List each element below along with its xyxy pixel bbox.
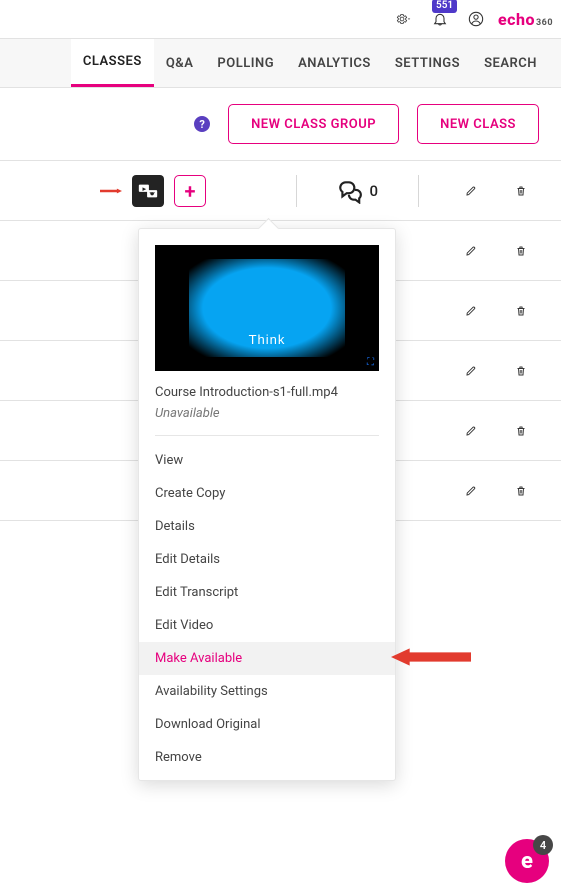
media-icon (137, 180, 159, 202)
account-button[interactable] (462, 5, 490, 33)
trash-icon (515, 360, 527, 382)
menu-create-copy[interactable]: Create Copy (139, 477, 395, 510)
menu-view[interactable]: View (139, 444, 395, 477)
fullscreen-icon: ⛶ (367, 357, 374, 368)
media-filename: Course Introduction-s1-full.mp4 (139, 385, 395, 406)
edit-button[interactable] (459, 419, 483, 443)
add-media-button[interactable]: + (174, 175, 206, 207)
notification-badge: 551 (432, 0, 457, 13)
edit-button[interactable] (459, 179, 483, 203)
thumbnail-caption: Think (155, 332, 379, 347)
menu-download-original[interactable]: Download Original (139, 708, 395, 741)
separator (296, 175, 297, 207)
pencil-icon (465, 300, 477, 322)
help-fab[interactable]: e 4 (505, 839, 549, 883)
caret-down-icon (406, 14, 412, 24)
divider (155, 435, 379, 436)
discussion-count: 0 (369, 182, 378, 200)
tab-qa[interactable]: Q&A (154, 39, 206, 87)
logo-suffix: 360 (536, 18, 553, 28)
user-circle-icon (468, 9, 484, 29)
menu-make-available[interactable]: Make Available (139, 642, 395, 675)
brand-logo: echo 360 (498, 10, 553, 29)
help-icon[interactable]: ? (194, 116, 210, 132)
delete-button[interactable] (509, 479, 533, 503)
new-class-group-button[interactable]: NEW CLASS GROUP (228, 104, 399, 144)
trash-icon (515, 480, 527, 502)
media-popover: Think ⛶ Course Introduction-s1-full.mp4 … (138, 228, 396, 781)
settings-gear-button[interactable] (390, 5, 418, 33)
trash-icon (515, 300, 527, 322)
edit-button[interactable] (459, 299, 483, 323)
menu-edit-details[interactable]: Edit Details (139, 543, 395, 576)
video-thumbnail[interactable]: Think ⛶ (155, 245, 379, 371)
menu-remove[interactable]: Remove (139, 741, 395, 774)
pencil-icon (465, 480, 477, 502)
media-status: Unavailable (139, 406, 395, 435)
edit-button[interactable] (459, 239, 483, 263)
pencil-icon (465, 180, 477, 202)
tab-classes[interactable]: CLASSES (71, 39, 154, 87)
class-row-0: + 0 (0, 161, 561, 221)
logo-text: echo (498, 10, 535, 29)
media-thumbnail-button[interactable] (132, 175, 164, 207)
menu-availability-settings[interactable]: Availability Settings (139, 675, 395, 708)
pencil-icon (465, 240, 477, 262)
annotation-arrow-icon (100, 180, 122, 202)
delete-button[interactable] (509, 299, 533, 323)
discussion-button[interactable]: 0 (337, 178, 378, 204)
trash-icon (515, 180, 527, 202)
delete-button[interactable] (509, 359, 533, 383)
media-menu: View Create Copy Details Edit Details Ed… (139, 444, 395, 774)
fab-badge: 4 (533, 835, 553, 855)
menu-details[interactable]: Details (139, 510, 395, 543)
tab-settings[interactable]: SETTINGS (383, 39, 472, 87)
delete-button[interactable] (509, 179, 533, 203)
tab-polling[interactable]: POLLING (205, 39, 286, 87)
pencil-icon (465, 360, 477, 382)
tab-analytics[interactable]: ANALYTICS (286, 39, 383, 87)
annotation-arrow-icon (391, 644, 471, 670)
notifications-button[interactable]: 551 (426, 5, 454, 33)
chat-icon (337, 178, 363, 204)
new-class-button[interactable]: NEW CLASS (417, 104, 539, 144)
pencil-icon (465, 420, 477, 442)
delete-button[interactable] (509, 419, 533, 443)
delete-button[interactable] (509, 239, 533, 263)
trash-icon (515, 240, 527, 262)
menu-edit-transcript[interactable]: Edit Transcript (139, 576, 395, 609)
trash-icon (515, 420, 527, 442)
menu-edit-video[interactable]: Edit Video (139, 609, 395, 642)
edit-button[interactable] (459, 359, 483, 383)
fab-glyph: e (521, 849, 533, 874)
tab-search[interactable]: SEARCH (472, 39, 549, 87)
edit-button[interactable] (459, 479, 483, 503)
separator (418, 175, 419, 207)
tab-bar: CLASSES Q&A POLLING ANALYTICS SETTINGS S… (0, 38, 561, 88)
topbar: 551 echo 360 (0, 0, 561, 38)
header-actions: ? NEW CLASS GROUP NEW CLASS (0, 88, 561, 160)
